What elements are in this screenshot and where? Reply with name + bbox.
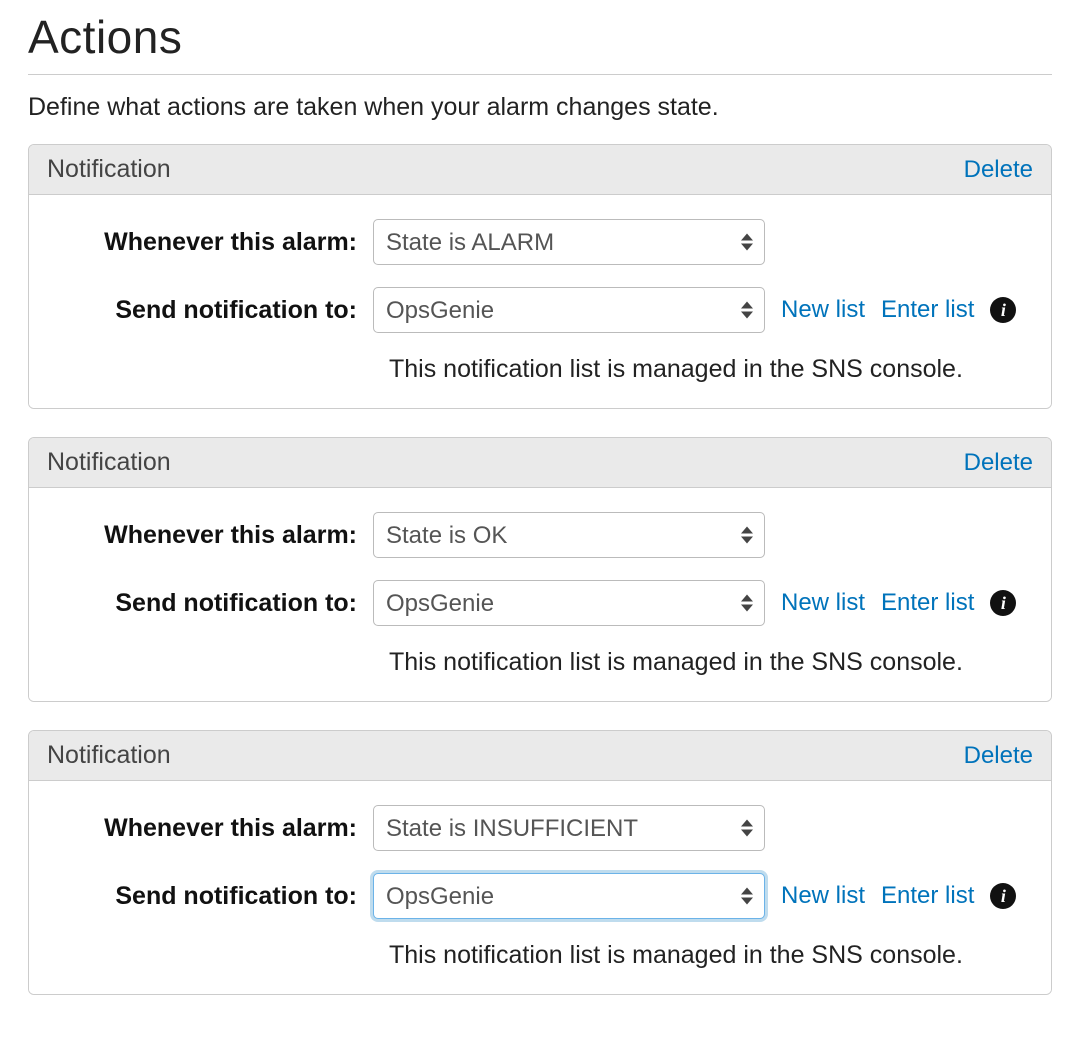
recipient-select[interactable]: OpsGenie [373,873,765,919]
label-send-to: Send notification to: [53,296,373,325]
form-row-state: Whenever this alarm:State is INSUFFICIEN… [53,805,1027,851]
page-title: Actions [28,10,1052,64]
state-select-wrap: State is OK [373,512,765,558]
label-whenever: Whenever this alarm: [53,228,373,257]
new-list-link[interactable]: New list [781,589,865,617]
state-select-wrap: State is INSUFFICIENT [373,805,765,851]
info-icon[interactable]: i [990,297,1016,323]
label-send-to: Send notification to: [53,589,373,618]
notification-card: Notification Delete Whenever this alarm:St… [28,730,1052,995]
recipient-select[interactable]: OpsGenie [373,287,765,333]
delete-link[interactable]: Delete [964,449,1033,477]
sns-note: This notification list is managed in the… [389,648,1027,677]
info-icon[interactable]: i [990,883,1016,909]
info-icon[interactable]: i [990,590,1016,616]
notification-card-header: Notification Delete [29,438,1051,488]
title-rule [28,74,1052,75]
notification-card-title: Notification [47,448,171,477]
notification-card-body: Whenever this alarm:State is INSUFFICIEN… [29,781,1051,994]
notification-card-title: Notification [47,741,171,770]
new-list-link[interactable]: New list [781,296,865,324]
recipient-actions: New list Enter list i [781,882,1016,910]
page-subtitle: Define what actions are taken when your … [28,93,1052,122]
state-select[interactable]: State is INSUFFICIENT [373,805,765,851]
form-row-state: Whenever this alarm:State is OK [53,512,1027,558]
notification-card-header: Notification Delete [29,145,1051,195]
sns-note: This notification list is managed in the… [389,941,1027,970]
label-whenever: Whenever this alarm: [53,814,373,843]
new-list-link[interactable]: New list [781,882,865,910]
notification-card-body: Whenever this alarm:State is ALARM Send n… [29,195,1051,408]
form-row-state: Whenever this alarm:State is ALARM [53,219,1027,265]
enter-list-link[interactable]: Enter list [881,296,974,324]
form-row-recipient: Send notification to:OpsGenie New list Ent… [53,873,1027,919]
label-send-to: Send notification to: [53,882,373,911]
enter-list-link[interactable]: Enter list [881,589,974,617]
recipient-select[interactable]: OpsGenie [373,580,765,626]
state-select[interactable]: State is OK [373,512,765,558]
recipient-select-wrap: OpsGenie [373,287,765,333]
delete-link[interactable]: Delete [964,742,1033,770]
recipient-select-wrap: OpsGenie [373,873,765,919]
recipient-select-wrap: OpsGenie [373,580,765,626]
state-select-wrap: State is ALARM [373,219,765,265]
sns-note: This notification list is managed in the… [389,355,1027,384]
state-select[interactable]: State is ALARM [373,219,765,265]
enter-list-link[interactable]: Enter list [881,882,974,910]
recipient-actions: New list Enter list i [781,296,1016,324]
delete-link[interactable]: Delete [964,156,1033,184]
notification-card-body: Whenever this alarm:State is OK Send noti… [29,488,1051,701]
recipient-actions: New list Enter list i [781,589,1016,617]
notification-card: Notification Delete Whenever this alarm:St… [28,144,1052,409]
form-row-recipient: Send notification to:OpsGenie New list Ent… [53,580,1027,626]
notification-card: Notification Delete Whenever this alarm:St… [28,437,1052,702]
form-row-recipient: Send notification to:OpsGenie New list Ent… [53,287,1027,333]
notification-card-title: Notification [47,155,171,184]
label-whenever: Whenever this alarm: [53,521,373,550]
notification-card-header: Notification Delete [29,731,1051,781]
